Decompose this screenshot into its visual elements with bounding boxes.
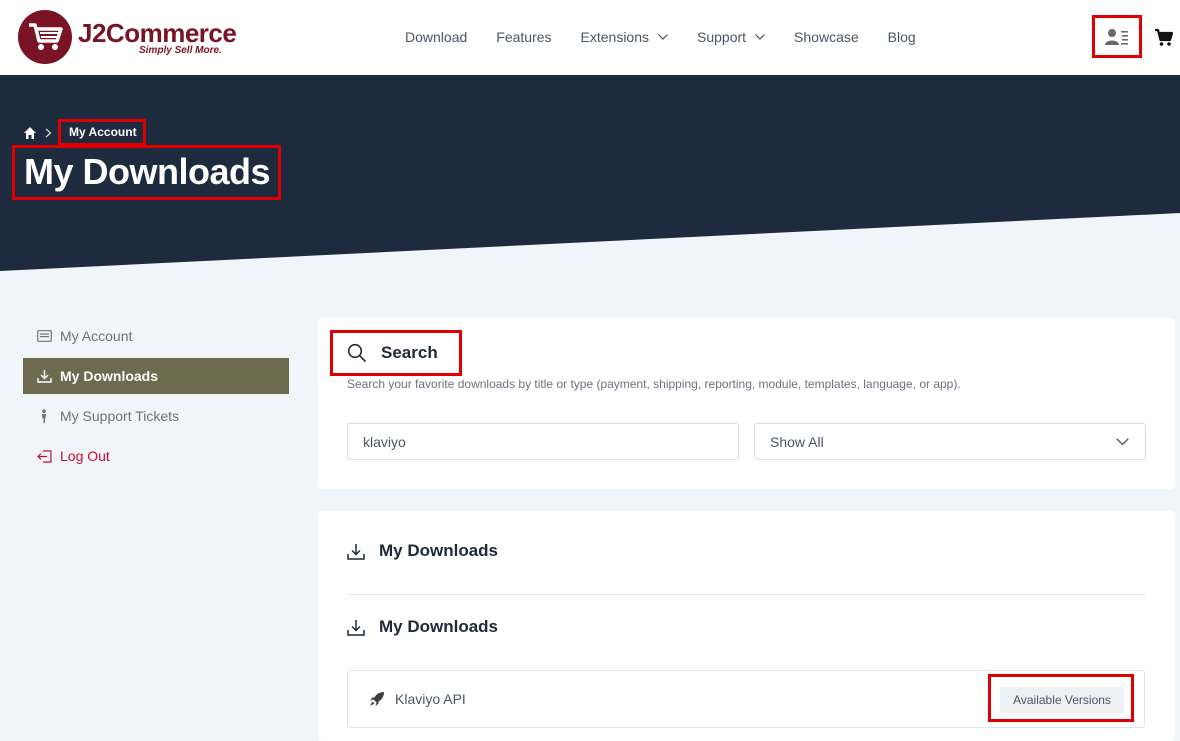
breadcrumb-my-account[interactable]: My Account xyxy=(58,119,146,146)
nav-label: Extensions xyxy=(580,29,649,45)
page-title: My Downloads xyxy=(12,145,282,200)
logout-icon xyxy=(37,449,52,463)
breadcrumb: My Account xyxy=(23,119,146,146)
search-description: Search your favorite downloads by title … xyxy=(347,377,961,391)
page-hero: My Account My Downloads xyxy=(0,75,1180,275)
nav-support[interactable]: Support xyxy=(697,28,765,46)
downloads-title: My Downloads xyxy=(379,541,499,560)
download-icon xyxy=(347,543,365,560)
sidebar-item-my-downloads[interactable]: My Downloads xyxy=(23,358,289,394)
search-title: Search xyxy=(381,343,438,362)
nav-label: Download xyxy=(405,29,468,45)
chevron-down-icon xyxy=(1116,438,1129,446)
person-icon xyxy=(42,408,46,423)
available-versions-highlight: Available Versions xyxy=(988,674,1134,722)
user-menu-button[interactable] xyxy=(1092,15,1142,58)
search-icon xyxy=(347,343,367,363)
sidebar-item-support-tickets[interactable]: My Support Tickets xyxy=(23,398,289,434)
downloads-title: My Downloads xyxy=(379,617,499,636)
downloads-heading: My Downloads xyxy=(347,617,498,637)
account-sidebar: My Account My Downloads My Support Ticke… xyxy=(23,318,289,478)
cart-button[interactable] xyxy=(1154,27,1174,47)
brand-logo[interactable]: J2Commerce Simply Sell More. xyxy=(18,10,237,64)
divider xyxy=(347,594,1145,595)
download-icon xyxy=(37,370,52,383)
rocket-icon xyxy=(370,692,384,706)
downloads-heading: My Downloads xyxy=(347,541,498,561)
list-item: Klaviyo API Available Versions xyxy=(347,670,1145,728)
nav-features[interactable]: Features xyxy=(496,28,551,46)
cart-icon xyxy=(1155,28,1174,46)
main-nav: Download Features Extensions Support Sho… xyxy=(405,28,945,46)
search-heading: Search xyxy=(330,330,462,376)
chevron-down-icon xyxy=(658,34,668,40)
nav-download[interactable]: Download xyxy=(405,28,467,46)
user-menu-icon xyxy=(1105,28,1128,45)
search-card: Search Search your favorite downloads by… xyxy=(318,318,1175,489)
nav-label: Blog xyxy=(887,29,916,45)
nav-blog[interactable]: Blog xyxy=(888,28,916,46)
nav-showcase[interactable]: Showcase xyxy=(794,28,859,46)
select-value: Show All xyxy=(770,433,824,450)
downloads-card: My Downloads My Downloads Klaviyo API Av… xyxy=(318,511,1175,741)
available-versions-button[interactable]: Available Versions xyxy=(1000,687,1124,713)
site-header: J2Commerce Simply Sell More. Download Fe… xyxy=(0,0,1180,75)
cart-logo-icon xyxy=(18,10,72,64)
nav-label: Features xyxy=(496,29,552,45)
home-icon[interactable] xyxy=(23,126,37,140)
chevron-down-icon xyxy=(755,34,765,40)
nav-extensions[interactable]: Extensions xyxy=(581,28,668,46)
sidebar-item-label: My Support Tickets xyxy=(60,408,180,424)
account-card-icon xyxy=(37,330,52,342)
type-filter-select[interactable]: Show All xyxy=(754,423,1146,460)
download-icon xyxy=(347,619,365,636)
search-input[interactable] xyxy=(347,423,739,460)
item-name: Klaviyo API xyxy=(395,691,466,707)
nav-label: Showcase xyxy=(794,29,859,45)
chevron-right-icon xyxy=(45,128,52,137)
sidebar-item-label: Log Out xyxy=(60,448,110,464)
sidebar-item-my-account[interactable]: My Account xyxy=(23,318,289,354)
nav-label: Support xyxy=(697,29,747,45)
brand-tagline: Simply Sell More. xyxy=(139,45,222,56)
sidebar-item-logout[interactable]: Log Out xyxy=(23,438,289,474)
sidebar-item-label: My Downloads xyxy=(60,368,159,384)
sidebar-item-label: My Account xyxy=(60,328,133,344)
